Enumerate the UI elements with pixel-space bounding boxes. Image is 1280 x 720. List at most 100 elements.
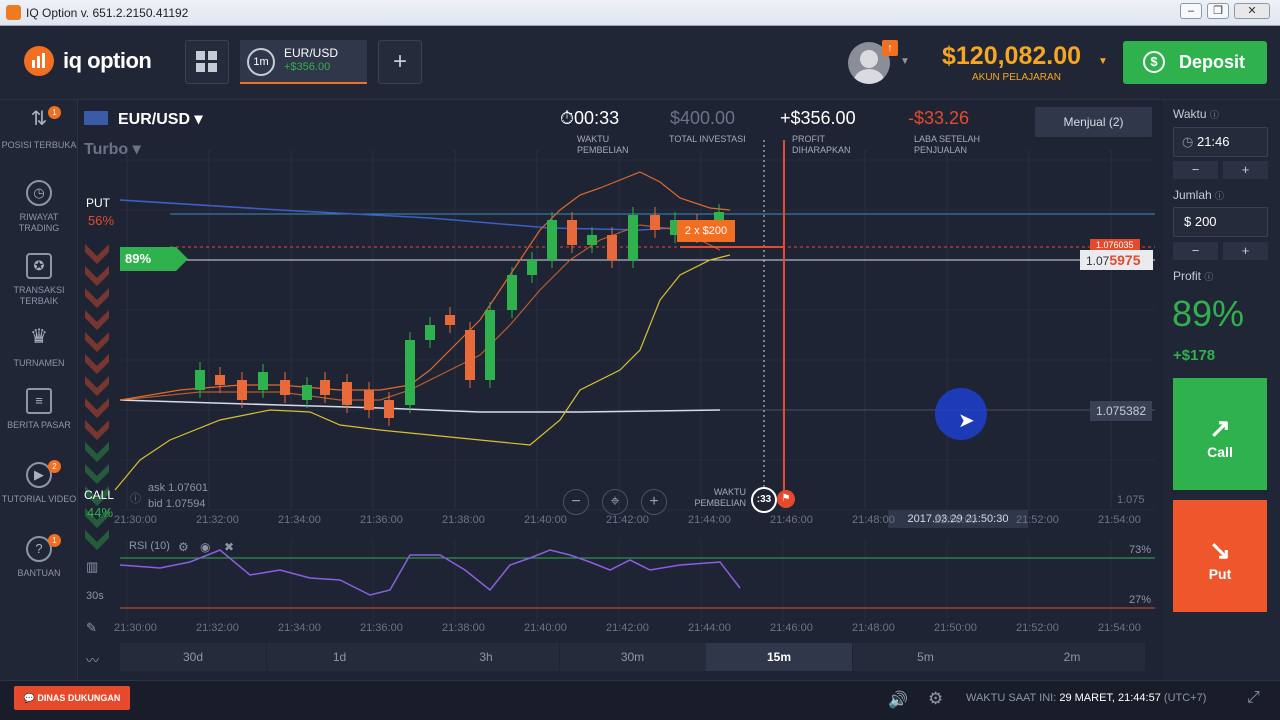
period-5m[interactable]: 5m	[852, 643, 999, 671]
time-tick: 21:36:00	[360, 622, 403, 634]
candle-body	[195, 370, 205, 390]
rsi-line	[119, 549, 741, 596]
time-input[interactable]: ◷ 21:46	[1173, 127, 1268, 157]
time-tick: 21:50:00	[934, 514, 977, 526]
nav-help[interactable]: ? 1 BANTUAN	[0, 534, 78, 579]
minimize-button[interactable]: ‒	[1180, 3, 1202, 19]
time-minus-button[interactable]: −	[1173, 161, 1218, 179]
candle-body	[465, 330, 475, 380]
period-2m[interactable]: 2m	[999, 643, 1145, 671]
profit-after-sale-label: LABA SETELAH PENJUALAN	[914, 134, 981, 155]
nav-open-positions[interactable]: ⇅ 1 POSISI TERBUKA	[0, 106, 78, 151]
direction-arrow	[85, 332, 109, 352]
trade-marker[interactable]: 2 x $200	[677, 220, 735, 242]
amount-minus-button[interactable]: −	[1173, 242, 1218, 260]
deposit-label: Deposit	[1179, 52, 1246, 72]
chart-type-icon[interactable]: ▥	[86, 559, 98, 575]
draw-tool-icon[interactable]: ✎	[86, 620, 97, 636]
time-tick: 21:40:00	[524, 514, 567, 526]
time-tick: 21:50:00	[934, 622, 977, 634]
mode-label: Turbo	[84, 141, 129, 158]
nav-label: TUTORIAL VIDEO	[1, 494, 77, 504]
candle-body	[445, 315, 455, 325]
asset-selector[interactable]: EUR/USD ▾	[118, 109, 203, 129]
time-tick: 21:42:00	[606, 514, 649, 526]
candle-body	[485, 310, 495, 380]
time-tick: 21:32:00	[196, 622, 239, 634]
chart-area[interactable]: EUR/USD ▾ Turbo ▾ ⏱00:33 WAKTU PEMBELIAN…	[80, 100, 1160, 680]
payout-badge: 89%	[120, 247, 188, 271]
nav-best-trades[interactable]: ✪ TRANSAKSI TERBAIK	[0, 253, 78, 307]
support-button[interactable]: 💬 DINAS DUKUNGAN	[14, 686, 130, 710]
restore-button[interactable]: ❐	[1207, 3, 1229, 19]
rsi-upper: 73%	[1129, 544, 1152, 556]
call-button[interactable]: ↗ Call	[1173, 378, 1267, 490]
notification-badge[interactable]: ↑	[882, 40, 898, 56]
sell-button[interactable]: Menjual (2)	[1035, 107, 1152, 137]
candle-interval[interactable]: 30s	[86, 590, 104, 602]
add-asset-button[interactable]: +	[378, 40, 422, 84]
amount-plus-button[interactable]: +	[1223, 242, 1268, 260]
period-15m[interactable]: 15m	[706, 643, 852, 671]
gear-icon[interactable]: ⚙	[178, 540, 189, 554]
nav-tutorial-video[interactable]: ▶ 2 TUTORIAL VIDEO	[0, 460, 78, 505]
sound-icon[interactable]: 🔊	[888, 690, 908, 710]
candle-body	[280, 380, 290, 395]
direction-arrow	[85, 244, 109, 264]
avatar-dropdown-icon[interactable]: ▼	[900, 56, 910, 67]
nav-trade-history[interactable]: ◷ RIWAYAT TRADING	[0, 180, 78, 234]
asset-pair: EUR/USD	[118, 111, 191, 128]
bollinger-lower	[114, 254, 731, 491]
zoom-out-button[interactable]: −	[563, 489, 589, 515]
time-tick: 21:46:00	[770, 622, 813, 634]
amount-input[interactable]: $ 200	[1173, 207, 1268, 237]
level-price-tag: 1.075382	[1090, 401, 1153, 421]
time-tick: 21:34:00	[278, 622, 321, 634]
period-30d[interactable]: 30d	[120, 643, 266, 671]
medal-icon: ✪	[26, 253, 52, 279]
indicator-icon[interactable]: 〰	[86, 650, 99, 669]
grid-button[interactable]	[185, 40, 229, 84]
period-30m[interactable]: 30m	[559, 643, 706, 671]
nav-market-news[interactable]: ≡ BERITA PASAR	[0, 388, 78, 431]
period-3h[interactable]: 3h	[413, 643, 559, 671]
balance-dropdown-icon[interactable]: ▼	[1098, 56, 1108, 67]
fullscreen-icon[interactable]: ⤢	[1247, 689, 1260, 707]
eye-icon[interactable]: ◉	[200, 540, 210, 554]
direction-arrow	[85, 420, 109, 440]
news-icon: ≡	[26, 388, 52, 414]
deposit-button[interactable]: $ Deposit	[1123, 41, 1267, 84]
time-plus-button[interactable]: +	[1223, 161, 1268, 179]
timezone: (UTC+7)	[1163, 692, 1207, 704]
chart-up-icon: ↗	[1209, 413, 1231, 443]
info-icon[interactable]: ⓘ	[130, 490, 141, 506]
current-time-label: WAKTU SAAT INI:	[966, 692, 1057, 704]
timer-icon: ⏱	[560, 108, 575, 128]
zoom-in-button[interactable]: +	[641, 489, 667, 515]
direction-arrow	[85, 310, 109, 330]
time-tick: 21:54:00	[1098, 622, 1141, 634]
info-icon: ⓘ	[1204, 272, 1214, 282]
close-button[interactable]: ✕	[1234, 3, 1270, 19]
nav-tournaments[interactable]: ♛ TURNAMEN	[0, 326, 78, 369]
time-tick: 21:32:00	[196, 514, 239, 526]
support-label: DINAS DUKUNGAN	[37, 693, 121, 703]
window-titlebar: IQ Option v. 651.2.2150.41192 ‒ ❐ ✕	[0, 0, 1280, 26]
logo-text: iq option	[63, 48, 152, 73]
time-tick: 21:48:00	[852, 622, 895, 634]
left-nav: ⇅ 1 POSISI TERBUKA ◷ RIWAYAT TRADING ✪ T…	[0, 100, 78, 680]
time-tick: 21:42:00	[606, 622, 649, 634]
put-button[interactable]: ↘ Put	[1173, 500, 1267, 612]
info-icon: ⓘ	[1209, 110, 1219, 120]
price-chart[interactable]	[80, 100, 1160, 680]
center-button[interactable]: ⌖	[602, 489, 628, 515]
settings-icon[interactable]: ⚙	[928, 689, 943, 709]
mode-selector[interactable]: Turbo ▾	[84, 139, 141, 159]
chat-icon: 💬	[23, 693, 35, 703]
balance-amount[interactable]: $120,082.00	[942, 42, 1081, 71]
put-label: PUT	[86, 196, 110, 210]
close-icon[interactable]: ✖	[224, 540, 234, 554]
asset-tab-eurusd[interactable]: 1m EUR/USD +$356.00	[240, 40, 367, 84]
time-tick: 21:38:00	[442, 622, 485, 634]
period-1d[interactable]: 1d	[266, 643, 413, 671]
